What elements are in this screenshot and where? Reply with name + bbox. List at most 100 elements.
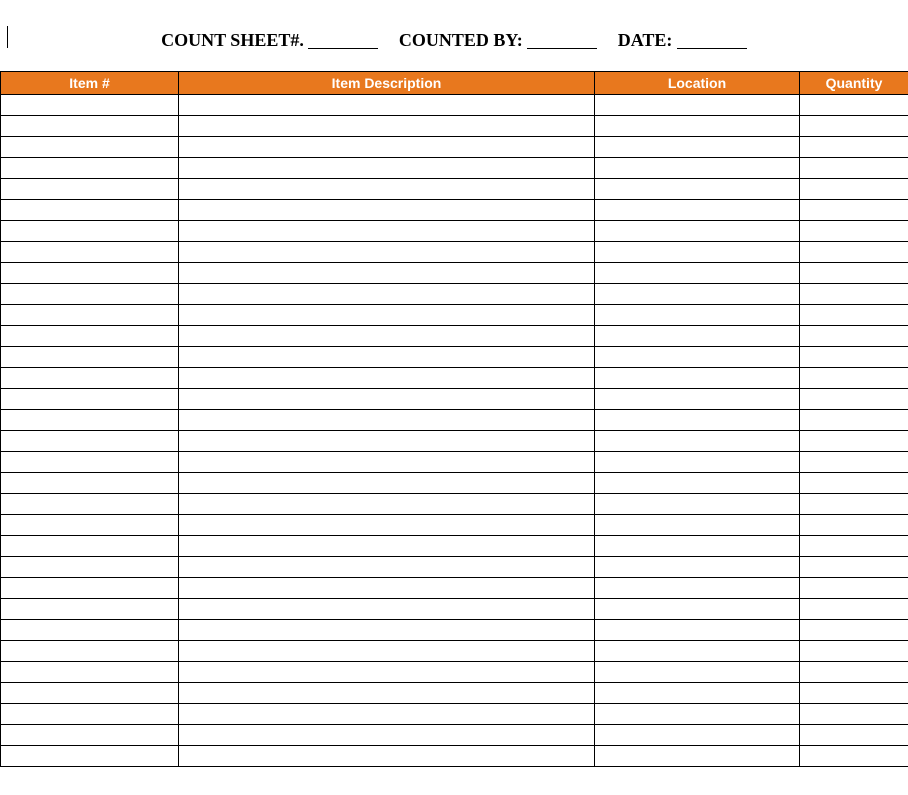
- cell-item_no[interactable]: [1, 263, 179, 284]
- cell-location[interactable]: [595, 641, 800, 662]
- cell-quantity[interactable]: [800, 578, 908, 599]
- cell-item_no[interactable]: [1, 620, 179, 641]
- cell-description[interactable]: [179, 179, 595, 200]
- cell-location[interactable]: [595, 389, 800, 410]
- cell-item_no[interactable]: [1, 725, 179, 746]
- cell-location[interactable]: [595, 158, 800, 179]
- cell-item_no[interactable]: [1, 305, 179, 326]
- cell-description[interactable]: [179, 326, 595, 347]
- cell-quantity[interactable]: [800, 641, 908, 662]
- cell-item_no[interactable]: [1, 473, 179, 494]
- cell-item_no[interactable]: [1, 536, 179, 557]
- cell-location[interactable]: [595, 221, 800, 242]
- cell-item_no[interactable]: [1, 368, 179, 389]
- cell-quantity[interactable]: [800, 725, 908, 746]
- cell-quantity[interactable]: [800, 704, 908, 725]
- cell-item_no[interactable]: [1, 578, 179, 599]
- cell-location[interactable]: [595, 473, 800, 494]
- cell-quantity[interactable]: [800, 452, 908, 473]
- cell-description[interactable]: [179, 242, 595, 263]
- cell-item_no[interactable]: [1, 347, 179, 368]
- cell-location[interactable]: [595, 557, 800, 578]
- cell-description[interactable]: [179, 305, 595, 326]
- cell-description[interactable]: [179, 641, 595, 662]
- cell-description[interactable]: [179, 263, 595, 284]
- cell-quantity[interactable]: [800, 620, 908, 641]
- cell-item_no[interactable]: [1, 557, 179, 578]
- cell-item_no[interactable]: [1, 95, 179, 116]
- cell-item_no[interactable]: [1, 641, 179, 662]
- cell-location[interactable]: [595, 620, 800, 641]
- cell-location[interactable]: [595, 368, 800, 389]
- cell-location[interactable]: [595, 116, 800, 137]
- cell-location[interactable]: [595, 704, 800, 725]
- cell-quantity[interactable]: [800, 662, 908, 683]
- cell-location[interactable]: [595, 746, 800, 767]
- cell-item_no[interactable]: [1, 200, 179, 221]
- cell-location[interactable]: [595, 326, 800, 347]
- count-sheet-field[interactable]: [308, 48, 378, 49]
- cell-quantity[interactable]: [800, 284, 908, 305]
- cell-description[interactable]: [179, 620, 595, 641]
- cell-location[interactable]: [595, 347, 800, 368]
- cell-item_no[interactable]: [1, 179, 179, 200]
- cell-item_no[interactable]: [1, 410, 179, 431]
- cell-quantity[interactable]: [800, 557, 908, 578]
- cell-item_no[interactable]: [1, 137, 179, 158]
- cell-location[interactable]: [595, 683, 800, 704]
- cell-item_no[interactable]: [1, 158, 179, 179]
- cell-location[interactable]: [595, 599, 800, 620]
- cell-item_no[interactable]: [1, 662, 179, 683]
- cell-description[interactable]: [179, 746, 595, 767]
- cell-item_no[interactable]: [1, 431, 179, 452]
- cell-quantity[interactable]: [800, 410, 908, 431]
- cell-quantity[interactable]: [800, 242, 908, 263]
- cell-item_no[interactable]: [1, 389, 179, 410]
- cell-location[interactable]: [595, 515, 800, 536]
- cell-description[interactable]: [179, 599, 595, 620]
- cell-description[interactable]: [179, 137, 595, 158]
- cell-location[interactable]: [595, 662, 800, 683]
- cell-description[interactable]: [179, 347, 595, 368]
- cell-description[interactable]: [179, 515, 595, 536]
- cell-description[interactable]: [179, 116, 595, 137]
- cell-description[interactable]: [179, 536, 595, 557]
- cell-description[interactable]: [179, 368, 595, 389]
- cell-location[interactable]: [595, 263, 800, 284]
- cell-description[interactable]: [179, 95, 595, 116]
- cell-location[interactable]: [595, 431, 800, 452]
- cell-quantity[interactable]: [800, 368, 908, 389]
- cell-quantity[interactable]: [800, 431, 908, 452]
- counted-by-field[interactable]: [527, 48, 597, 49]
- cell-quantity[interactable]: [800, 515, 908, 536]
- cell-quantity[interactable]: [800, 263, 908, 284]
- cell-description[interactable]: [179, 221, 595, 242]
- cell-location[interactable]: [595, 95, 800, 116]
- cell-item_no[interactable]: [1, 326, 179, 347]
- cell-location[interactable]: [595, 494, 800, 515]
- cell-description[interactable]: [179, 725, 595, 746]
- cell-description[interactable]: [179, 158, 595, 179]
- cell-description[interactable]: [179, 473, 595, 494]
- cell-quantity[interactable]: [800, 95, 908, 116]
- cell-quantity[interactable]: [800, 116, 908, 137]
- cell-description[interactable]: [179, 662, 595, 683]
- cell-quantity[interactable]: [800, 221, 908, 242]
- cell-item_no[interactable]: [1, 599, 179, 620]
- cell-quantity[interactable]: [800, 494, 908, 515]
- cell-description[interactable]: [179, 452, 595, 473]
- cell-item_no[interactable]: [1, 494, 179, 515]
- cell-location[interactable]: [595, 410, 800, 431]
- cell-description[interactable]: [179, 704, 595, 725]
- cell-item_no[interactable]: [1, 746, 179, 767]
- cell-quantity[interactable]: [800, 200, 908, 221]
- cell-location[interactable]: [595, 284, 800, 305]
- cell-location[interactable]: [595, 137, 800, 158]
- cell-quantity[interactable]: [800, 305, 908, 326]
- cell-location[interactable]: [595, 242, 800, 263]
- cell-item_no[interactable]: [1, 116, 179, 137]
- cell-description[interactable]: [179, 578, 595, 599]
- cell-item_no[interactable]: [1, 242, 179, 263]
- cell-quantity[interactable]: [800, 179, 908, 200]
- cell-description[interactable]: [179, 557, 595, 578]
